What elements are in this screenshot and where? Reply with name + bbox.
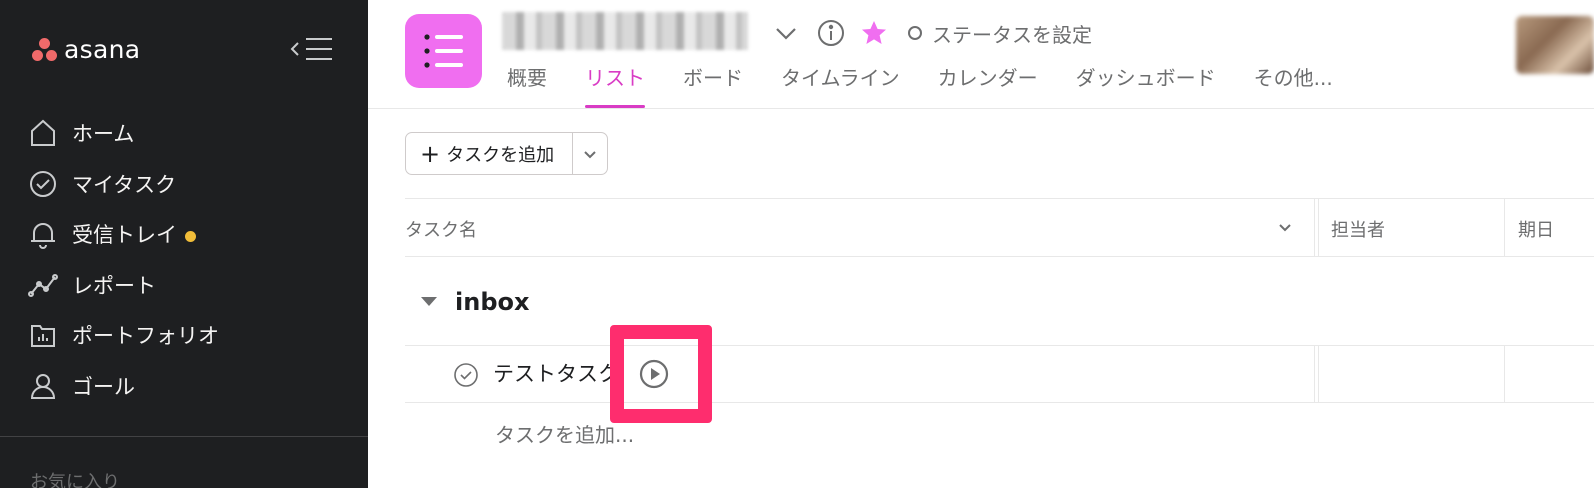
add-task-dropdown[interactable]: [573, 133, 607, 174]
sidebar-item-label: ゴール: [72, 374, 135, 399]
sidebar-divider: [0, 436, 368, 437]
tab-board[interactable]: ボード: [664, 56, 762, 108]
status-circle-icon: [908, 26, 922, 40]
sidebar-item-label: レポート: [72, 273, 156, 298]
sidebar-item-label: 受信トレイ: [72, 223, 177, 248]
column-sort-chevron-icon[interactable]: [1277, 219, 1293, 239]
goal-icon: [30, 373, 56, 399]
check-circle-icon: [30, 170, 56, 197]
project-tabs: 概要 リスト ボード タイムライン カレンダー ダッシュボード その他...: [488, 56, 1352, 108]
section-title[interactable]: inbox: [455, 288, 529, 316]
reporting-icon: [28, 273, 58, 297]
tab-overview[interactable]: 概要: [488, 56, 566, 108]
star-icon[interactable]: [859, 18, 889, 48]
task-details-play-icon[interactable]: [638, 358, 670, 390]
add-task-split-button: + タスクを追加: [405, 132, 608, 175]
column-divider: [1504, 346, 1505, 403]
tab-more[interactable]: その他...: [1235, 56, 1352, 108]
header-divider: [368, 108, 1594, 109]
home-icon: [31, 119, 55, 147]
sidebar: asana ホーム マイタスク 受信トレイ レポート ポートフォリオ ゴール お…: [0, 0, 368, 488]
sidebar-item-label: ホーム: [72, 122, 135, 147]
tab-calendar[interactable]: カレンダー: [919, 56, 1057, 108]
favorites-heading[interactable]: お気に入り: [30, 468, 120, 488]
set-status-button[interactable]: ステータスを設定: [906, 18, 1092, 48]
add-task-button[interactable]: + タスクを追加: [406, 133, 573, 174]
column-divider: [1318, 346, 1319, 403]
tab-timeline[interactable]: タイムライン: [762, 56, 919, 108]
table-row[interactable]: テストタスク: [405, 346, 1594, 403]
set-status-label: ステータスを設定: [932, 22, 1092, 47]
task-name[interactable]: テストタスク: [493, 358, 619, 388]
tab-list[interactable]: リスト: [566, 56, 664, 108]
tab-dashboard[interactable]: ダッシュボード: [1057, 56, 1235, 108]
column-header-row: タスク名 担当者 期日: [405, 198, 1594, 257]
column-task-name[interactable]: タスク名: [405, 216, 477, 242]
sidebar-item-portfolios[interactable]: ポートフォリオ: [20, 310, 350, 361]
sidebar-item-label: ポートフォリオ: [72, 324, 219, 349]
sidebar-item-label: マイタスク: [72, 172, 177, 197]
add-task-inline-link[interactable]: タスクを追加...: [495, 419, 634, 448]
task-complete-checkbox-icon[interactable]: [453, 362, 479, 388]
sidebar-item-reporting[interactable]: レポート: [20, 260, 350, 311]
sidebar-item-my-tasks[interactable]: マイタスク: [20, 159, 350, 210]
project-menu-chevron-icon[interactable]: [772, 18, 800, 48]
column-divider[interactable]: [1504, 199, 1505, 256]
sidebar-item-goals[interactable]: ゴール: [20, 361, 350, 412]
asana-logo-icon: [30, 34, 60, 64]
portfolio-icon: [31, 325, 55, 348]
unread-badge: [185, 230, 196, 242]
section-collapse-caret-icon[interactable]: [421, 297, 437, 306]
column-divider: [1318, 199, 1319, 256]
project-icon[interactable]: [405, 14, 482, 88]
column-assignee[interactable]: 担当者: [1331, 216, 1385, 242]
sidebar-nav: ホーム マイタスク 受信トレイ レポート ポートフォリオ ゴール: [20, 108, 350, 411]
info-icon[interactable]: [816, 18, 846, 48]
plus-icon: +: [420, 139, 441, 168]
add-task-label: タスクを追加: [446, 144, 555, 166]
brand-name: asana: [64, 34, 141, 64]
column-due-date[interactable]: 期日: [1518, 216, 1554, 242]
collapse-sidebar-icon[interactable]: [290, 36, 334, 62]
bell-icon: [31, 223, 55, 250]
project-name-redacted[interactable]: [502, 12, 748, 50]
avatar[interactable]: [1516, 16, 1594, 74]
list-icon: [424, 34, 463, 68]
asana-logo[interactable]: asana: [30, 34, 140, 64]
sidebar-item-home[interactable]: ホーム: [20, 108, 350, 159]
column-divider: [1314, 346, 1315, 403]
sidebar-item-inbox[interactable]: 受信トレイ: [20, 209, 350, 260]
section-header: inbox: [405, 257, 1594, 346]
chevron-down-icon: [584, 150, 596, 158]
column-divider[interactable]: [1314, 199, 1315, 256]
asana-app: asana ホーム マイタスク 受信トレイ レポート ポートフォリオ ゴール お…: [0, 0, 1594, 488]
